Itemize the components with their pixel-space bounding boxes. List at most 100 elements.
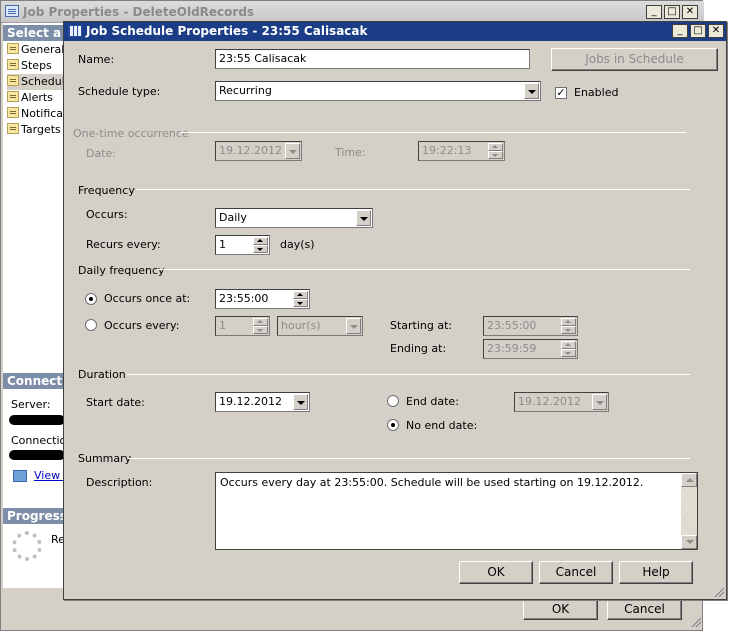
window-icon [5,5,19,17]
daily-frequency-header: Daily frequency [78,264,165,277]
left-pane: Select a page General Steps Schedules Al… [3,23,90,588]
chevron-down-icon[interactable] [592,394,607,410]
occurs-value: Daily [219,211,247,224]
connection-properties-icon [13,470,27,482]
spinner-icon[interactable] [293,291,308,307]
duration-header: Duration [78,368,126,381]
one-time-time-label: Time: [335,146,366,159]
description-scrollbar[interactable] [681,473,697,549]
end-date-radio[interactable] [387,395,399,407]
chevron-down-icon[interactable] [356,210,371,226]
schedule-grid-icon [68,25,82,37]
occurs-every-spinner[interactable]: 1 [215,316,270,336]
job-properties-titlebar[interactable]: Job Properties - DeleteOldRecords _ □ ✕ [1,1,704,23]
one-time-time-spinner[interactable]: 19:22:13 [418,141,505,161]
close-icon[interactable]: ✕ [708,24,724,38]
starting-at-value: 23:55:00 [487,319,537,332]
maximize-icon[interactable]: □ [690,24,706,38]
resize-grip-icon[interactable] [712,585,724,597]
starting-at-spinner[interactable]: 23:55:00 [483,316,578,336]
scroll-down-icon[interactable] [681,535,697,549]
page-icon [7,59,19,70]
jobs-in-schedule-button[interactable]: Jobs in Schedule [551,48,718,71]
resize-grip-icon[interactable] [689,615,701,627]
redacted-connection [9,450,65,460]
job-schedule-properties-dialog: Job Schedule Properties - 23:55 Calisaca… [63,21,727,600]
page-icon [7,43,19,54]
maximize-icon[interactable]: □ [664,5,680,19]
page-icon [7,107,19,118]
start-date-value: 19.12.2012 [219,395,282,408]
ok-button[interactable]: OK [459,561,533,584]
spinner-icon[interactable] [561,318,576,334]
spinner-icon[interactable] [488,143,503,159]
connection-header: Connection [3,373,65,389]
help-button[interactable]: Help [619,561,693,584]
recurs-every-spinner[interactable]: 1 [215,235,270,255]
occurs-every-radio[interactable] [85,319,97,331]
server-label: Server: [11,398,51,411]
start-date-picker[interactable]: 19.12.2012 [215,392,310,412]
minimize-icon[interactable]: _ [672,24,688,38]
occurs-once-radio[interactable] [85,293,97,305]
frequency-header: Frequency [78,184,135,197]
occurs-every-unit-select[interactable]: hour(s) [277,316,363,336]
spinner-icon[interactable] [253,318,268,334]
chevron-down-icon[interactable] [293,394,308,410]
schedule-type-select[interactable]: Recurring [215,81,541,101]
page-targets[interactable]: Targets [7,122,61,138]
occurs-label: Occurs: [86,208,128,221]
enabled-label: Enabled [574,86,619,99]
one-time-date-label: Date: [86,147,116,160]
spinner-icon[interactable] [561,341,576,357]
description-label: Description: [86,476,153,489]
cancel-button[interactable]: Cancel [539,561,613,584]
page-steps[interactable]: Steps [7,58,52,74]
spinner-icon[interactable] [253,237,268,253]
enabled-checkbox[interactable]: ✓ [555,87,567,99]
progress-header: Progress [3,508,65,524]
chevron-down-icon[interactable] [285,143,300,159]
name-label: Name: [78,53,115,66]
occurs-once-time-spinner[interactable]: 23:55:00 [215,289,310,309]
description-textarea[interactable]: Occurs every day at 23:55:00. Schedule w… [215,472,698,550]
bg-ok-button[interactable]: OK [523,598,598,620]
start-date-label: Start date: [86,396,145,409]
close-icon[interactable]: ✕ [682,5,698,19]
recurs-every-label: Recurs every: [86,238,161,251]
ending-at-spinner[interactable]: 23:59:59 [483,339,578,359]
page-alerts[interactable]: Alerts [7,90,53,106]
chevron-down-icon[interactable] [524,83,539,99]
end-date-value: 19.12.2012 [518,395,581,408]
job-properties-title: Job Properties - DeleteOldRecords [23,5,255,19]
one-time-date-picker[interactable]: 19.12.2012 [215,141,302,161]
page-icon [7,75,19,86]
recurs-every-value: 1 [219,238,226,251]
summary-header: Summary [78,452,132,465]
no-end-date-label: No end date: [406,419,478,432]
page-general[interactable]: General [7,42,64,58]
chevron-down-icon[interactable] [346,318,361,334]
divider [128,458,690,459]
schedule-type-value: Recurring [219,84,272,97]
dialog-titlebar[interactable]: Job Schedule Properties - 23:55 Calisaca… [64,22,726,41]
end-date-label: End date: [406,395,459,408]
divider [180,132,686,133]
minimize-icon[interactable]: _ [646,5,662,19]
schedule-type-label: Schedule type: [78,85,161,98]
occurs-once-value: 23:55:00 [219,292,269,305]
description-text: Occurs every day at 23:55:00. Schedule w… [220,476,644,489]
progress-spinner-icon [12,531,42,561]
name-input[interactable]: 23:55 Calisacak [215,49,530,69]
divider [157,269,690,270]
page-icon [7,123,19,134]
occurs-once-label: Occurs once at: [104,292,191,305]
end-date-picker[interactable]: 19.12.2012 [514,392,609,412]
scroll-up-icon[interactable] [681,473,697,487]
ending-at-label: Ending at: [390,342,447,355]
bg-cancel-button[interactable]: Cancel [607,598,682,620]
no-end-date-radio[interactable] [387,419,399,431]
occurs-select[interactable]: Daily [215,208,373,228]
view-connection-link[interactable]: View connection properties [34,469,64,482]
occurs-every-unit-value: hour(s) [281,319,321,332]
